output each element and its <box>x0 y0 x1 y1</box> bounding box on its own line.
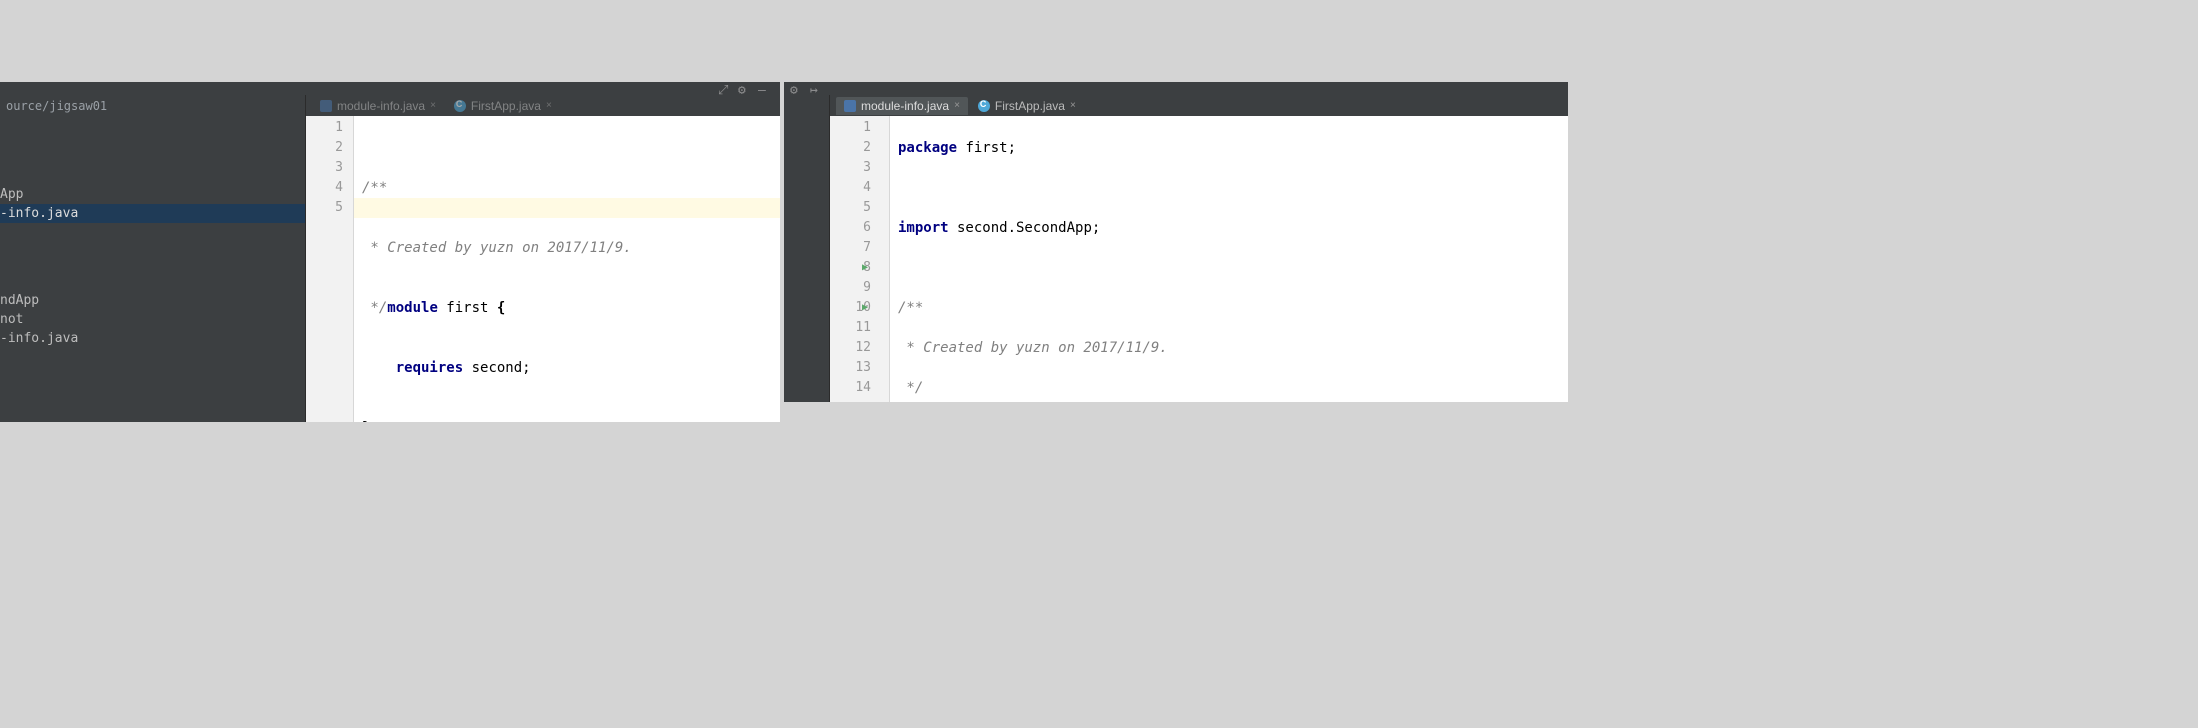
right-gutter: 1 2 3 4 5 6 7 8▶ 9 10▶ 11 12 13 <box>830 116 890 402</box>
code-token: * Created by yuzn on 2017/11/9. <box>362 240 632 256</box>
line-number: 4 <box>830 178 871 198</box>
screenshot-root: ⤢ ⚙ – ource/jigsaw01 App -info.java ndAp… <box>0 0 1568 520</box>
code-token: /** <box>362 180 387 196</box>
code-token: first <box>438 300 497 316</box>
close-icon[interactable]: × <box>546 100 552 111</box>
line-number: 5 <box>830 198 871 218</box>
current-line-highlight <box>354 198 780 218</box>
t: */ <box>898 380 923 396</box>
t: second.SecondApp; <box>949 220 1101 236</box>
indent-icon[interactable]: ↦ <box>810 83 822 95</box>
t: /** <box>898 300 923 316</box>
left-code-area[interactable]: 1 2 3 4 5 /** * Created by yuzn on 2017/… <box>306 116 780 422</box>
tab-module-info[interactable]: module-info.java × <box>836 97 968 115</box>
tree-item[interactable]: App <box>0 185 305 204</box>
right-editor: module-info.java × FirstApp.java × 1 2 <box>830 95 1568 402</box>
right-toolbar-strip: ⚙ ↦ <box>784 82 1568 95</box>
left-toolbar-strip: ⤢ ⚙ – <box>0 82 780 95</box>
right-code-lines[interactable]: package first; import second.SecondApp; … <box>890 116 1568 402</box>
gear-icon[interactable]: ⚙ <box>790 83 802 95</box>
line-number: 11 <box>830 318 871 338</box>
left-panel: ⤢ ⚙ – ource/jigsaw01 App -info.java ndAp… <box>0 0 780 520</box>
t: first; <box>957 140 1016 156</box>
java-module-icon <box>844 100 856 112</box>
close-icon[interactable]: × <box>1070 100 1076 111</box>
code-token: { <box>497 300 505 316</box>
line-number: 6 <box>830 218 871 238</box>
tab-label: module-info.java <box>861 99 949 113</box>
tab-module-info[interactable]: module-info.java × <box>312 97 444 115</box>
tree-item[interactable]: ndApp <box>0 291 305 310</box>
line-number: 1 <box>830 118 871 138</box>
left-ide-window: ⤢ ⚙ – ource/jigsaw01 App -info.java ndAp… <box>0 82 780 422</box>
left-editor: module-info.java × FirstApp.java × 1 2 <box>306 95 780 422</box>
gear-icon[interactable]: ⚙ <box>738 83 750 95</box>
line-number: 2 <box>830 138 871 158</box>
right-sidebar-sliver <box>784 95 830 402</box>
tab-label: FirstApp.java <box>995 99 1065 113</box>
line-number: 5 <box>306 198 343 218</box>
line-number: 3 <box>830 158 871 178</box>
left-gutter: 1 2 3 4 5 <box>306 116 354 422</box>
code-token: } <box>362 420 370 422</box>
right-code-area[interactable]: 1 2 3 4 5 6 7 8▶ 9 10▶ 11 12 13 <box>830 116 1568 402</box>
code-token: */ <box>362 300 387 316</box>
t: package <box>898 140 957 156</box>
breadcrumb: ource/jigsaw01 <box>0 95 305 117</box>
code-token: module <box>387 300 438 316</box>
tree-item-selected[interactable]: -info.java <box>0 204 305 223</box>
left-tabbar: module-info.java × FirstApp.java × <box>306 95 780 116</box>
java-class-icon <box>978 100 990 112</box>
line-number: 14 <box>830 378 871 398</box>
tree-item[interactable]: -info.java <box>0 329 305 348</box>
java-class-icon <box>454 100 466 112</box>
line-number: 9 <box>830 278 871 298</box>
code-token: second; <box>463 360 530 376</box>
java-module-icon <box>320 100 332 112</box>
line-number: 2 <box>306 138 343 158</box>
t: import <box>898 220 949 236</box>
run-gutter-icon[interactable]: ▶ <box>862 298 868 318</box>
line-number: 1 <box>306 118 343 138</box>
tab-firstapp[interactable]: FirstApp.java × <box>970 97 1084 115</box>
tab-firstapp[interactable]: FirstApp.java × <box>446 97 560 115</box>
right-tabbar: module-info.java × FirstApp.java × <box>830 95 1568 116</box>
project-tree[interactable]: ource/jigsaw01 App -info.java ndApp not … <box>0 95 306 422</box>
right-ide-window: ⚙ ↦ module-info.java × FirstApp.java <box>784 82 1568 402</box>
line-number: 3 <box>306 158 343 178</box>
code-token: requires <box>396 360 463 376</box>
tab-label: FirstApp.java <box>471 99 541 113</box>
line-number: 13 <box>830 358 871 378</box>
hide-icon[interactable]: – <box>758 83 770 95</box>
close-icon[interactable]: × <box>430 100 436 111</box>
left-ide-columns: ource/jigsaw01 App -info.java ndApp not … <box>0 95 780 422</box>
tree-item[interactable]: not <box>0 310 305 329</box>
line-number: 4 <box>306 178 343 198</box>
left-code-lines[interactable]: /** * Created by yuzn on 2017/11/9. */mo… <box>354 116 780 422</box>
tab-label: module-info.java <box>337 99 425 113</box>
line-number: 12 <box>830 338 871 358</box>
close-icon[interactable]: × <box>954 100 960 111</box>
run-gutter-icon[interactable]: ▶ <box>862 258 868 278</box>
right-ide-columns: module-info.java × FirstApp.java × 1 2 <box>784 95 1568 402</box>
collapse-icon[interactable]: ⤢ <box>718 83 730 95</box>
t: * Created by yuzn on 2017/11/9. <box>898 340 1168 356</box>
line-number: 7 <box>830 238 871 258</box>
right-panel: ⚙ ↦ module-info.java × FirstApp.java <box>780 0 1568 520</box>
